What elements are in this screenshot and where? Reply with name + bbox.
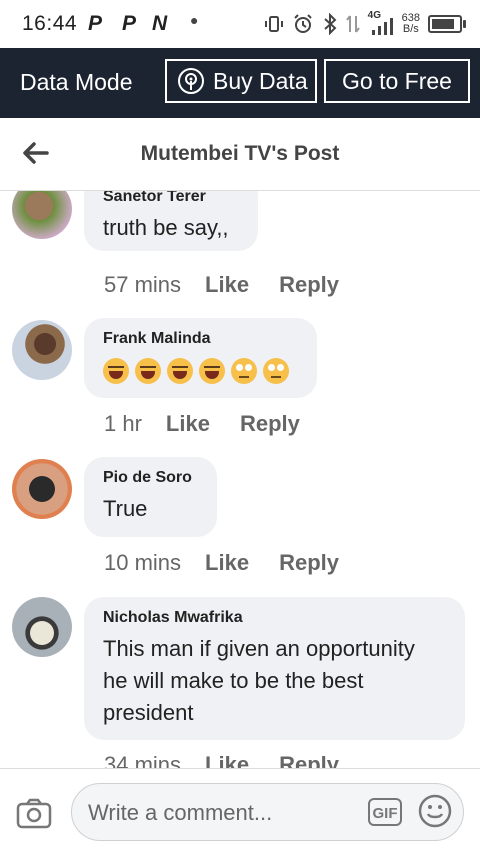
like-button[interactable]: Like: [205, 752, 249, 768]
comment-text: True: [103, 496, 148, 521]
eye-roll-emoji-icon: [231, 358, 257, 385]
comment-bubble: Pio de Soro True: [84, 457, 217, 537]
comment-actions: 34 mins Like Reply: [104, 752, 339, 768]
broadcast-icon: [178, 68, 204, 94]
data-mode-label: Data Mode: [20, 69, 133, 95]
comment-time: 10 mins: [104, 550, 182, 575]
comment-input[interactable]: Write a comment... GIF: [71, 783, 464, 841]
notification-icon: P: [122, 12, 137, 35]
bluetooth-icon: [323, 13, 337, 35]
laughing-emoji-icon: [167, 358, 193, 385]
buy-data-label: Buy Data: [213, 67, 308, 94]
comment-placeholder: Write a comment...: [88, 800, 273, 825]
speed-unit: B/s: [402, 23, 419, 35]
reply-button[interactable]: Reply: [240, 411, 300, 437]
reply-button[interactable]: Reply: [279, 752, 339, 768]
comment-author[interactable]: Frank Malinda: [103, 330, 297, 348]
comment-actions: 10 mins Like Reply: [104, 550, 339, 576]
comment-composer: Write a comment... GIF: [0, 768, 480, 855]
data-transfer-icon: [345, 15, 360, 33]
emoji-icon[interactable]: [418, 794, 452, 828]
comment-actions: 57 mins Like Reply: [104, 272, 339, 298]
notification-icon: P: [88, 12, 103, 35]
notification-icon: N: [152, 12, 168, 35]
avatar[interactable]: [12, 597, 72, 657]
vibrate-icon: [264, 16, 283, 32]
laughing-emoji-icon: [135, 358, 161, 385]
comment-bubble: Nicholas Mwafrika This man if given an o…: [84, 597, 465, 740]
comment-text: This man if given an opportunity he will…: [103, 636, 415, 725]
battery-icon: [428, 15, 466, 33]
status-icons: 4G 638 B/s: [264, 10, 466, 38]
comment-time: 34 mins: [104, 752, 182, 768]
comment-author[interactable]: Pio de Soro: [103, 469, 197, 487]
comment-time: 1 hr: [104, 411, 142, 436]
signal-icon: 4G: [368, 10, 394, 36]
reply-button[interactable]: Reply: [279, 272, 339, 298]
comment-author[interactable]: Sanetor Terer: [103, 191, 238, 206]
comment-bubble: Sanetor Terer truth be say,,: [84, 191, 258, 251]
go-to-free-button[interactable]: Go to Free: [324, 59, 470, 103]
data-mode-bar: Data Mode Buy Data Go to Free: [0, 48, 480, 118]
battery-fill: [432, 19, 454, 29]
comment-actions: 1 hr Like Reply: [104, 411, 300, 437]
comment-time: 57 mins: [104, 272, 182, 297]
comment-emoji-row: [103, 354, 297, 386]
comment-bubble: Frank Malinda: [84, 318, 317, 398]
avatar[interactable]: [12, 191, 72, 239]
like-button[interactable]: Like: [205, 272, 249, 298]
more-notifications-icon: ●: [190, 12, 199, 28]
camera-icon[interactable]: [16, 797, 52, 829]
comment-author[interactable]: Nicholas Mwafrika: [103, 609, 445, 627]
avatar[interactable]: [12, 320, 72, 380]
comment-text: truth be say,,: [103, 215, 229, 240]
go-to-free-label: Go to Free: [342, 67, 452, 94]
network-speed: 638 B/s: [402, 13, 420, 35]
comments-feed[interactable]: Sanetor Terer truth be say,, 57 mins Lik…: [0, 191, 480, 768]
post-header: Mutembei TV's Post: [0, 118, 480, 191]
clock: 16:44: [22, 12, 78, 35]
status-bar: 16:44 P P N ● 4G 638 B/s: [0, 0, 480, 48]
like-button[interactable]: Like: [166, 411, 210, 437]
eye-roll-emoji-icon: [263, 358, 289, 385]
reply-button[interactable]: Reply: [279, 550, 339, 576]
like-button[interactable]: Like: [205, 550, 249, 576]
laughing-emoji-icon: [103, 358, 129, 385]
laughing-emoji-icon: [199, 358, 225, 385]
page-title: Mutembei TV's Post: [140, 142, 340, 165]
alarm-icon: [293, 14, 312, 33]
buy-data-button[interactable]: Buy Data: [165, 59, 317, 103]
gif-button[interactable]: GIF: [368, 798, 402, 826]
avatar[interactable]: [12, 459, 72, 519]
